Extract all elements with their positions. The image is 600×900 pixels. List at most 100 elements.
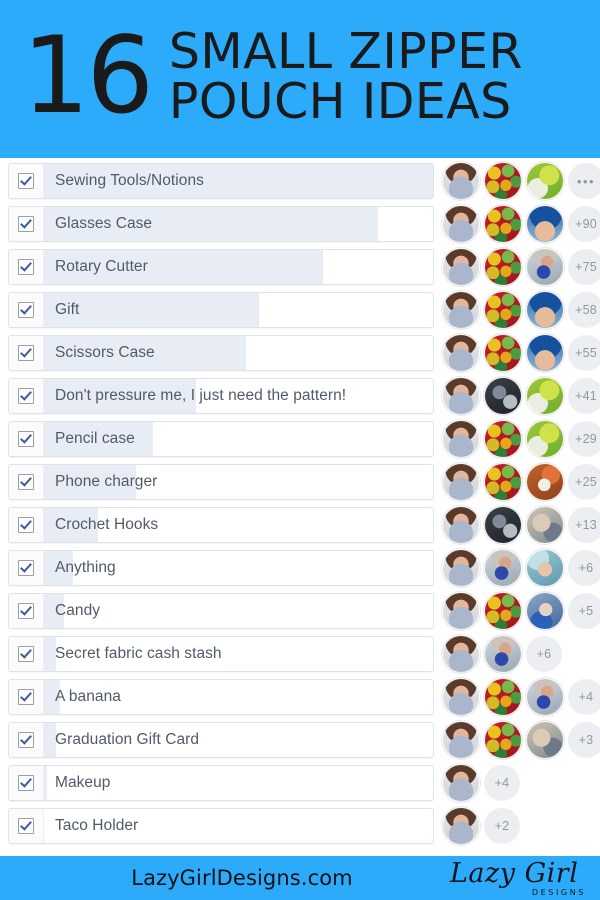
poll-option-checkbox[interactable] <box>9 207 44 241</box>
avatar[interactable] <box>526 377 564 415</box>
voter-count-badge[interactable]: +4 <box>568 679 600 715</box>
voter-count-badge[interactable]: +55 <box>568 335 600 371</box>
avatar[interactable] <box>442 291 480 329</box>
poll-option[interactable]: Rotary Cutter <box>8 249 434 285</box>
avatar[interactable] <box>442 549 480 587</box>
poll-option-checkbox[interactable] <box>9 594 44 628</box>
poll-row[interactable]: A banana +4 <box>0 678 600 716</box>
avatar[interactable] <box>442 592 480 630</box>
avatar[interactable] <box>526 205 564 243</box>
poll-option[interactable]: Sewing Tools/Notions <box>8 163 434 199</box>
avatar[interactable] <box>442 205 480 243</box>
poll-row[interactable]: Phone charger +25 <box>0 463 600 501</box>
poll-option-checkbox[interactable] <box>9 680 44 714</box>
voter-count-badge[interactable]: +5 <box>568 593 600 629</box>
voter-count-badge[interactable]: +3 <box>568 722 600 758</box>
poll-option-checkbox[interactable] <box>9 293 44 327</box>
poll-row[interactable]: Scissors Case +55 <box>0 334 600 372</box>
avatar[interactable] <box>442 248 480 286</box>
footer-website-url[interactable]: LazyGirlDesigns.com <box>0 866 444 890</box>
poll-row[interactable]: Don't pressure me, I just need the patte… <box>0 377 600 415</box>
avatar[interactable] <box>526 334 564 372</box>
poll-option-checkbox[interactable] <box>9 422 44 456</box>
poll-option[interactable]: Scissors Case <box>8 335 434 371</box>
poll-option-checkbox[interactable] <box>9 164 44 198</box>
poll-row[interactable]: Rotary Cutter +75 <box>0 248 600 286</box>
poll-row[interactable]: Sewing Tools/Notions ••• <box>0 162 600 200</box>
poll-option[interactable]: Makeup <box>8 765 434 801</box>
poll-row[interactable]: Taco Holder +2 <box>0 807 600 845</box>
avatar[interactable] <box>484 377 522 415</box>
poll-option-checkbox[interactable] <box>9 723 44 757</box>
more-options-icon[interactable]: ••• <box>568 163 600 199</box>
poll-option-checkbox[interactable] <box>9 250 44 284</box>
avatar[interactable] <box>442 334 480 372</box>
poll-option[interactable]: Gift <box>8 292 434 328</box>
voter-count-badge[interactable]: +6 <box>526 636 562 672</box>
avatar[interactable] <box>526 291 564 329</box>
avatar[interactable] <box>526 420 564 458</box>
avatar[interactable] <box>442 807 480 845</box>
avatar[interactable] <box>442 764 480 802</box>
poll-option[interactable]: Graduation Gift Card <box>8 722 434 758</box>
poll-option[interactable]: Glasses Case <box>8 206 434 242</box>
avatar[interactable] <box>484 162 522 200</box>
voter-count-badge[interactable]: +2 <box>484 808 520 844</box>
poll-option[interactable]: Candy <box>8 593 434 629</box>
avatar[interactable] <box>484 334 522 372</box>
voter-count-badge[interactable]: +75 <box>568 249 600 285</box>
poll-row[interactable]: Anything +6 <box>0 549 600 587</box>
poll-row[interactable]: Crochet Hooks +13 <box>0 506 600 544</box>
avatar[interactable] <box>484 420 522 458</box>
poll-row[interactable]: Candy +5 <box>0 592 600 630</box>
poll-option-checkbox[interactable] <box>9 336 44 370</box>
poll-row[interactable]: Pencil case +29 <box>0 420 600 458</box>
poll-option[interactable]: Phone charger <box>8 464 434 500</box>
poll-option-checkbox[interactable] <box>9 809 44 843</box>
avatar[interactable] <box>442 721 480 759</box>
poll-option[interactable]: Crochet Hooks <box>8 507 434 543</box>
avatar[interactable] <box>442 506 480 544</box>
avatar[interactable] <box>484 678 522 716</box>
poll-option-checkbox[interactable] <box>9 508 44 542</box>
voter-count-badge[interactable]: +25 <box>568 464 600 500</box>
poll-row[interactable]: Makeup +4 <box>0 764 600 802</box>
avatar[interactable] <box>484 291 522 329</box>
avatar[interactable] <box>484 205 522 243</box>
voter-count-badge[interactable]: +41 <box>568 378 600 414</box>
poll-option[interactable]: Secret fabric cash stash <box>8 636 434 672</box>
avatar[interactable] <box>484 592 522 630</box>
avatar[interactable] <box>526 549 564 587</box>
avatar[interactable] <box>442 377 480 415</box>
voter-count-badge[interactable]: +58 <box>568 292 600 328</box>
poll-option[interactable]: A banana <box>8 679 434 715</box>
voter-count-badge[interactable]: +6 <box>568 550 600 586</box>
voter-count-badge[interactable]: +29 <box>568 421 600 457</box>
avatar[interactable] <box>442 420 480 458</box>
avatar[interactable] <box>484 506 522 544</box>
poll-row[interactable]: Gift +58 <box>0 291 600 329</box>
poll-option[interactable]: Taco Holder <box>8 808 434 844</box>
avatar[interactable] <box>484 635 522 673</box>
avatar[interactable] <box>526 506 564 544</box>
avatar[interactable] <box>442 162 480 200</box>
avatar[interactable] <box>484 721 522 759</box>
poll-row[interactable]: Graduation Gift Card +3 <box>0 721 600 759</box>
poll-row[interactable]: Glasses Case +90 <box>0 205 600 243</box>
avatar[interactable] <box>484 549 522 587</box>
poll-option-checkbox[interactable] <box>9 766 44 800</box>
avatar[interactable] <box>442 463 480 501</box>
poll-option-checkbox[interactable] <box>9 551 44 585</box>
avatar[interactable] <box>526 592 564 630</box>
poll-option[interactable]: Anything <box>8 550 434 586</box>
poll-option-checkbox[interactable] <box>9 637 44 671</box>
poll-row[interactable]: Secret fabric cash stash +6 <box>0 635 600 673</box>
voter-count-badge[interactable]: +90 <box>568 206 600 242</box>
poll-option-checkbox[interactable] <box>9 379 44 413</box>
avatar[interactable] <box>442 678 480 716</box>
avatar[interactable] <box>526 678 564 716</box>
avatar[interactable] <box>484 248 522 286</box>
avatar[interactable] <box>526 248 564 286</box>
poll-option[interactable]: Don't pressure me, I just need the patte… <box>8 378 434 414</box>
avatar[interactable] <box>526 721 564 759</box>
